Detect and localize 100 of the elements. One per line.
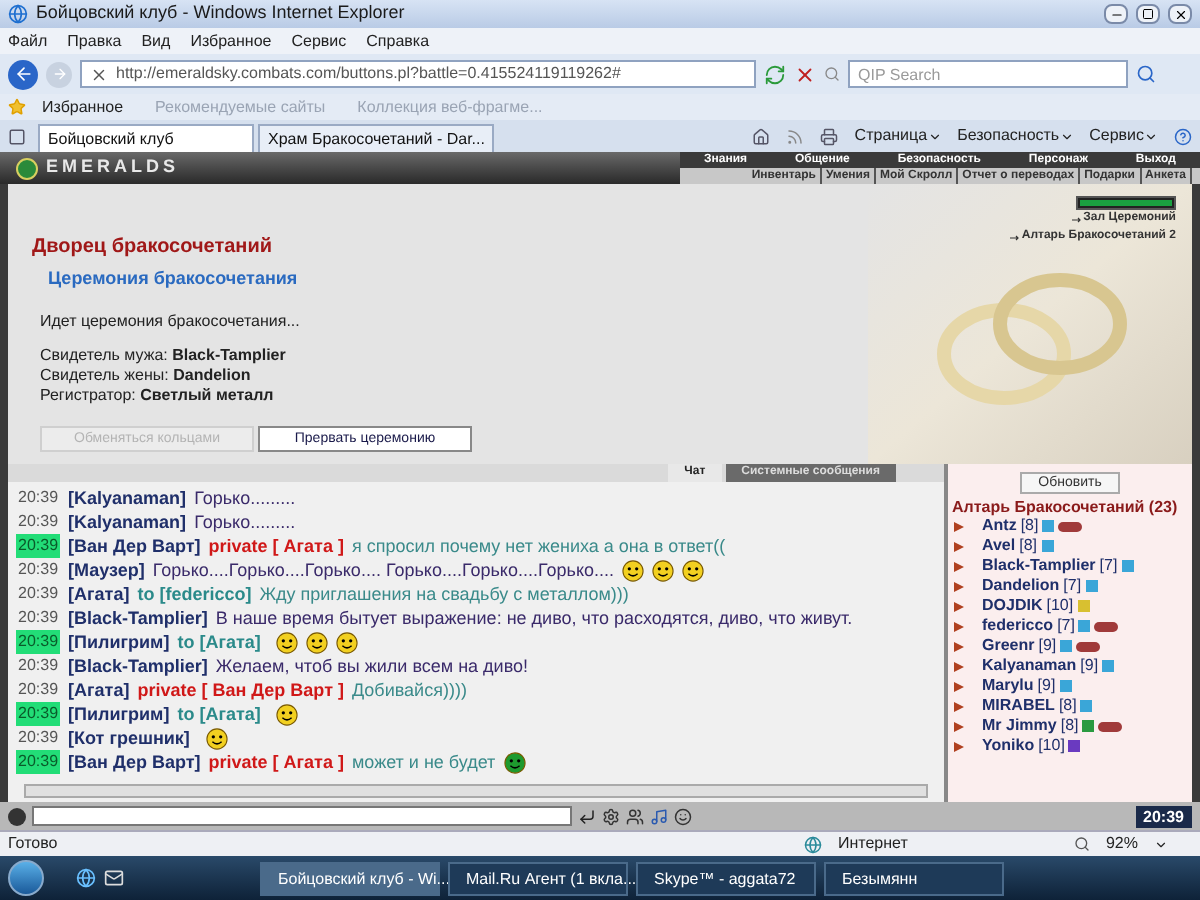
player-level: [10] xyxy=(1038,734,1065,758)
player-level: [8] xyxy=(1060,714,1079,738)
room-title: Алтарь Бракосочетаний (23) xyxy=(952,498,1178,516)
emblem-icon xyxy=(16,157,38,179)
message-author[interactable]: [Ван Дер Варт] xyxy=(68,750,201,774)
message-text: я спросил почему нет жениха а она в ответ(( xyxy=(351,534,726,558)
message-text: Желаем, чтоб вы жили всем на диво! xyxy=(215,654,529,678)
chat-input[interactable] xyxy=(32,806,572,826)
message-author[interactable]: [Маузер] xyxy=(68,558,145,582)
browser-tab[interactable]: Храм Бракосочетаний - Dar... xyxy=(258,124,495,152)
message-author[interactable]: [Black-Tamplier] xyxy=(68,654,208,678)
message-text: Жду приглашения на свадьбу с металлом))) xyxy=(259,582,629,606)
player-name[interactable]: Avel xyxy=(982,534,1016,558)
message-time: 20:39 xyxy=(16,606,61,630)
arrow-icon xyxy=(1009,233,1020,241)
game-clock: 20:39 xyxy=(1135,805,1192,827)
player-level: [7] xyxy=(1057,614,1075,638)
message-time: 20:39 xyxy=(16,558,61,582)
message-time: 20:39 xyxy=(16,534,61,558)
status-text: Готово xyxy=(8,832,60,856)
private-target[interactable]: private [ Агата ] xyxy=(208,534,344,558)
search-icon xyxy=(824,66,840,82)
print-icon xyxy=(820,127,839,145)
security-zone: Интернет xyxy=(837,832,910,856)
menu-item[interactable]: Справка xyxy=(366,29,430,53)
message-text: Горько......... xyxy=(194,510,296,534)
info-line: Свидетель мужа: Black-Tamplier xyxy=(40,345,288,365)
address-field[interactable]: http://emeraldsky.combats.com/buttons.pl?battle=0.415524119119262# xyxy=(80,60,756,88)
taskbar-button[interactable]: Skype™ - aggata72 xyxy=(636,861,816,895)
search-icon xyxy=(1136,64,1156,84)
player-name[interactable]: Mr Jimmy xyxy=(982,714,1057,738)
message-time: 20:39 xyxy=(16,486,61,510)
message-text: Горько......... xyxy=(194,486,296,510)
player-name[interactable]: MIRABEL xyxy=(982,694,1055,718)
ie-logo-icon xyxy=(8,4,28,24)
private-target[interactable]: private [ Ван Дер Варт ] xyxy=(137,678,344,702)
player-name[interactable]: Dandelion xyxy=(982,574,1060,598)
zoom-level[interactable]: 92% xyxy=(1105,832,1138,856)
message-author[interactable]: [Агата] xyxy=(68,582,130,606)
taskbar-button[interactable]: Безымянн xyxy=(824,861,1004,895)
player-name[interactable]: Greenr xyxy=(982,634,1035,658)
gear-icon xyxy=(602,807,620,825)
player-level: [10] xyxy=(1046,594,1074,618)
message-target[interactable]: to [Агата] xyxy=(177,702,261,726)
message-time: 20:39 xyxy=(16,750,61,774)
maximize-button[interactable] xyxy=(1136,4,1160,24)
player-name[interactable]: Antz xyxy=(982,514,1017,538)
close-button[interactable] xyxy=(1168,4,1192,24)
music-icon xyxy=(650,807,668,825)
info-line: Регистратор: Светлый металл xyxy=(40,385,276,405)
browser-icon xyxy=(76,868,96,888)
start-button[interactable] xyxy=(8,860,44,896)
smile-icon xyxy=(674,807,692,825)
message-author[interactable]: [Black-Tamplier] xyxy=(68,606,208,630)
player-name[interactable]: Kalyanaman xyxy=(982,654,1077,678)
menu-item[interactable]: Вид xyxy=(141,29,171,53)
player-name[interactable]: federicco xyxy=(982,614,1054,638)
horizontal-scrollbar[interactable] xyxy=(24,784,928,798)
menu-item[interactable]: Сервис xyxy=(291,29,347,53)
player-name[interactable]: Yoniko xyxy=(982,734,1035,758)
message-text: Горько....Горько....Горько.... Горько....Горько....Горько.... xyxy=(152,558,614,582)
back-button[interactable] xyxy=(8,59,38,89)
player-name[interactable]: DOJDIK xyxy=(982,594,1043,618)
message-author[interactable]: [Kalyanaman] xyxy=(68,486,187,510)
player-name[interactable]: Marylu xyxy=(982,674,1034,698)
message-time: 20:39 xyxy=(16,582,61,606)
message-author[interactable]: [Kalyanaman] xyxy=(68,510,187,534)
player-name[interactable]: Black-Tamplier xyxy=(982,554,1096,578)
help-icon xyxy=(1174,127,1192,145)
forward-arrow-icon xyxy=(51,66,67,82)
message-author[interactable]: [Пилигрим] xyxy=(68,630,170,654)
message-text: может и не будет xyxy=(351,750,496,774)
menu-item[interactable]: Файл xyxy=(8,29,48,53)
minimize-button[interactable] xyxy=(1104,4,1128,24)
player-level: [8] xyxy=(1058,694,1077,718)
logo-text: EMERALDS xyxy=(46,154,180,181)
quick-tabs-icon xyxy=(8,128,26,146)
message-time: 20:39 xyxy=(16,702,61,726)
dropdown-caret-icon xyxy=(1059,129,1074,143)
command-menu[interactable]: Страница xyxy=(854,124,928,148)
message-author[interactable]: [Агата] xyxy=(68,678,130,702)
browser-tab[interactable]: Бойцовский клуб xyxy=(38,124,254,152)
message-time: 20:39 xyxy=(16,654,61,678)
command-menu[interactable]: Безопасность xyxy=(957,124,1060,148)
private-target[interactable]: private [ Агата ] xyxy=(208,750,344,774)
mail-icon xyxy=(104,868,124,888)
message-author[interactable]: [Ван Дер Варт] xyxy=(68,534,201,558)
menu-item[interactable]: Избранное xyxy=(190,29,272,53)
message-author[interactable]: [Пилигрим] xyxy=(68,702,170,726)
favorites-button[interactable]: Избранное xyxy=(42,95,124,119)
message-target[interactable]: to [federicco] xyxy=(137,582,252,606)
chat-mode-icon[interactable] xyxy=(8,807,26,825)
message-author[interactable]: [Кот грешник] xyxy=(68,726,190,750)
message-target[interactable]: to [Агата] xyxy=(177,630,261,654)
command-menu[interactable]: Сервис xyxy=(1089,124,1144,148)
search-field[interactable]: QIP Search xyxy=(848,60,1128,88)
menu-item[interactable]: Правка xyxy=(67,29,122,53)
message-time: 20:39 xyxy=(16,678,61,702)
feed-icon xyxy=(786,127,805,145)
status-text: Идет церемония бракосочетания... xyxy=(40,309,302,333)
